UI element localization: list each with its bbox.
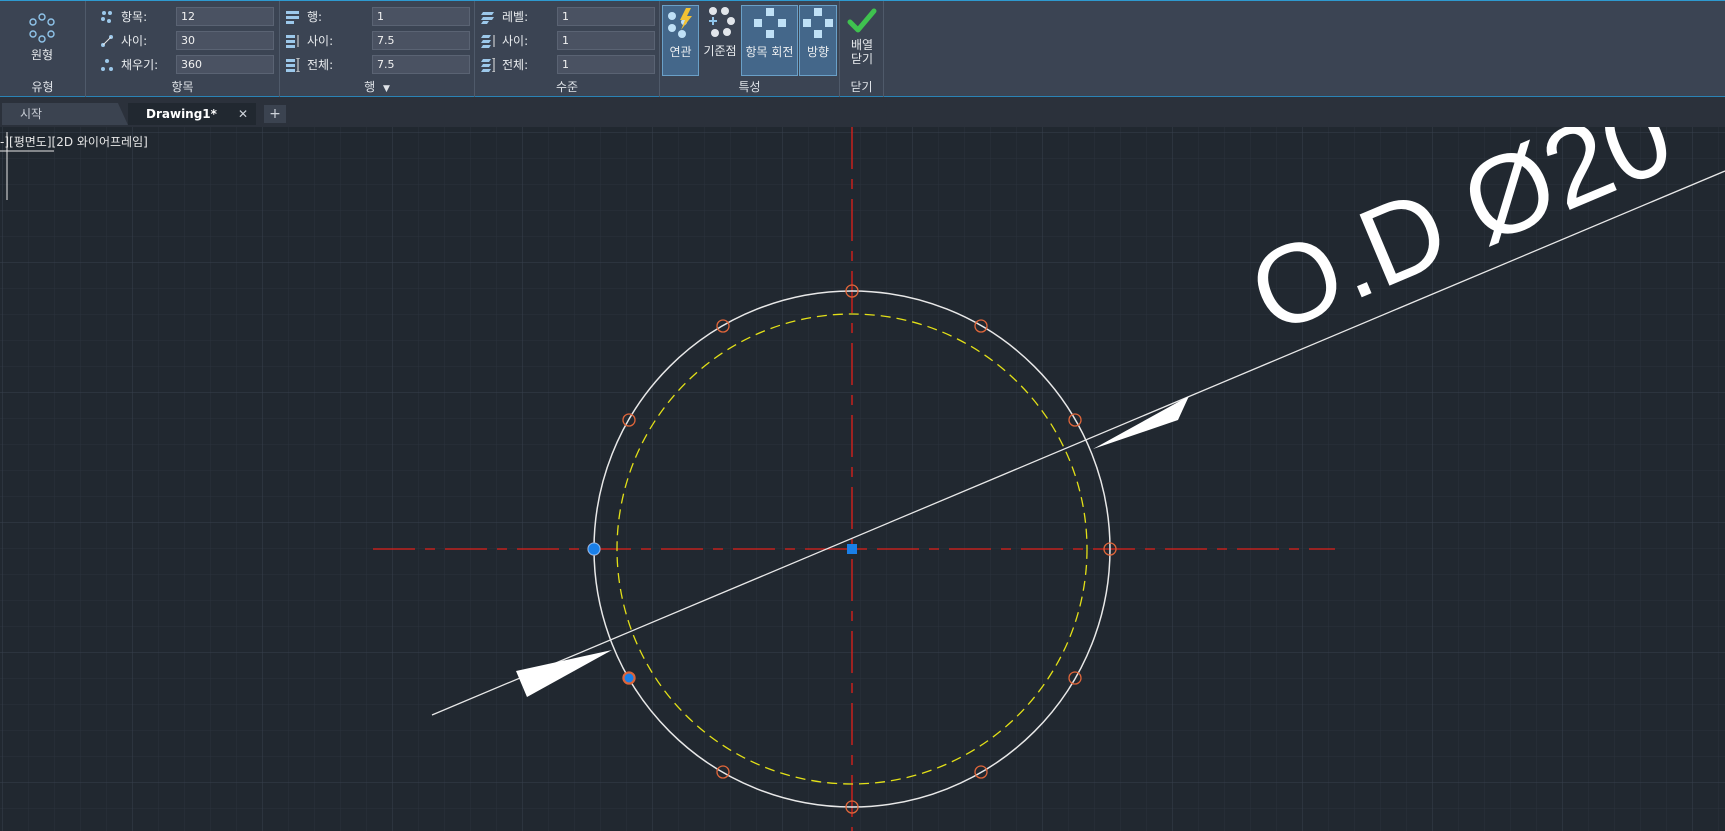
viewport-controls[interactable]: -][평면도][2D 와이어프레임] <box>0 133 148 150</box>
items-count-icon <box>101 11 112 23</box>
rows-between-field[interactable]: 7.5 <box>372 31 470 50</box>
quadrant-grip[interactable] <box>587 542 601 556</box>
properties-panel: 연관 기준점 항목 회전 방향 특성 <box>660 1 840 97</box>
levels-panel: 레벨: 1 사이: 1 전체: 1 수준 <box>475 1 660 97</box>
items-panel-title: 항목 <box>171 80 194 94</box>
rows-total-field[interactable]: 7.5 <box>372 55 470 74</box>
polar-array-icon <box>29 13 55 43</box>
base-point-icon <box>709 7 735 37</box>
items-panel: 항목: 12 사이: 30 채우기: 360 항목 <box>86 1 280 97</box>
tab-start[interactable]: 시작 <box>2 103 128 125</box>
levels-total-label: 전체: <box>502 58 529 72</box>
levels-count-label: 레벨: <box>502 10 529 24</box>
levels-count-field[interactable]: 1 <box>557 7 655 26</box>
rows-count-label: 행: <box>307 10 323 24</box>
rows-panel-title-text: 행 <box>364 80 376 94</box>
tab-drawing1[interactable]: Drawing1* ✕ <box>128 103 256 125</box>
items-between-icon <box>101 35 113 47</box>
items-fill-icon <box>101 59 113 71</box>
direction-label: 방향 <box>806 45 830 59</box>
levels-between-icon <box>481 35 495 48</box>
items-between-label: 사이: <box>121 34 148 48</box>
items-fill-field[interactable]: 360 <box>176 55 274 74</box>
tab-start-label: 시작 <box>20 107 43 121</box>
close-panel-title: 닫기 <box>850 80 873 94</box>
levels-count-icon <box>481 12 494 24</box>
levels-panel-title: 수준 <box>555 80 579 94</box>
rotate-items-icon <box>753 8 786 38</box>
direction-button[interactable]: 방향 <box>799 5 837 76</box>
type-panel: 원형 유형 <box>0 1 86 97</box>
rows-total-icon <box>286 58 300 72</box>
rows-count-field[interactable]: 1 <box>372 7 470 26</box>
drawing-canvas[interactable]: O.D Ø20 <box>0 127 1725 831</box>
rows-between-label: 사이: <box>307 34 334 48</box>
levels-between-field[interactable]: 1 <box>557 31 655 50</box>
close-array-label-line1: 배열 <box>850 38 874 52</box>
file-tab-bar: 시작 Drawing1* ✕ + <box>0 97 1725 127</box>
close-panel: 배열 닫기 닫기 <box>840 1 884 97</box>
array-ribbon: 원형 유형 항목: 12 사이: 30 채우기: 360 항목 행: 1 사이:… <box>0 0 1725 97</box>
base-point-button[interactable]: 기준점 <box>700 5 740 76</box>
items-between-field[interactable]: 30 <box>176 31 274 50</box>
chevron-down-icon: ▼ <box>382 84 390 94</box>
items-count-label: 항목: <box>121 10 148 24</box>
polar-array-button[interactable]: 원형 <box>14 13 70 63</box>
levels-between-label: 사이: <box>502 34 529 48</box>
rows-total-label: 전체: <box>307 58 334 72</box>
rows-count-icon <box>286 11 299 24</box>
associative-icon <box>667 8 692 38</box>
levels-total-icon <box>481 58 495 72</box>
levels-total-field[interactable]: 1 <box>557 55 655 74</box>
item-grip[interactable] <box>623 672 635 684</box>
associative-button[interactable]: 연관 <box>662 5 699 76</box>
items-fill-label: 채우기: <box>121 58 159 72</box>
close-icon[interactable]: ✕ <box>238 103 248 125</box>
associative-label: 연관 <box>669 45 692 59</box>
visual-style-label[interactable]: ][2D 와이어프레임] <box>47 135 148 149</box>
rotate-items-button[interactable]: 항목 회전 <box>741 5 798 76</box>
base-point-label: 기준점 <box>703 44 737 58</box>
add-tab-button[interactable]: + <box>264 105 286 123</box>
view-cube-label[interactable]: 평면도 <box>14 135 47 149</box>
items-count-field[interactable]: 12 <box>176 7 274 26</box>
rows-between-icon <box>286 35 299 48</box>
close-array-button[interactable]: 배열 닫기 <box>842 7 882 66</box>
close-array-label-line2: 닫기 <box>850 52 874 66</box>
rows-panel: 행: 1 사이: 7.5 전체: 7.5 행 ▼ <box>280 1 475 97</box>
type-panel-title: 유형 <box>31 80 54 94</box>
center-grip[interactable] <box>847 544 857 554</box>
rows-panel-title[interactable]: 행 ▼ <box>280 78 474 95</box>
polar-array-label: 원형 <box>30 48 54 62</box>
direction-icon <box>803 8 833 38</box>
tab-drawing1-label: Drawing1* <box>146 107 217 121</box>
properties-panel-title: 특성 <box>738 80 761 94</box>
rotate-items-label: 항목 회전 <box>745 45 794 59</box>
check-icon <box>847 8 877 33</box>
viewport-control-prefix[interactable]: -][ <box>0 135 14 149</box>
